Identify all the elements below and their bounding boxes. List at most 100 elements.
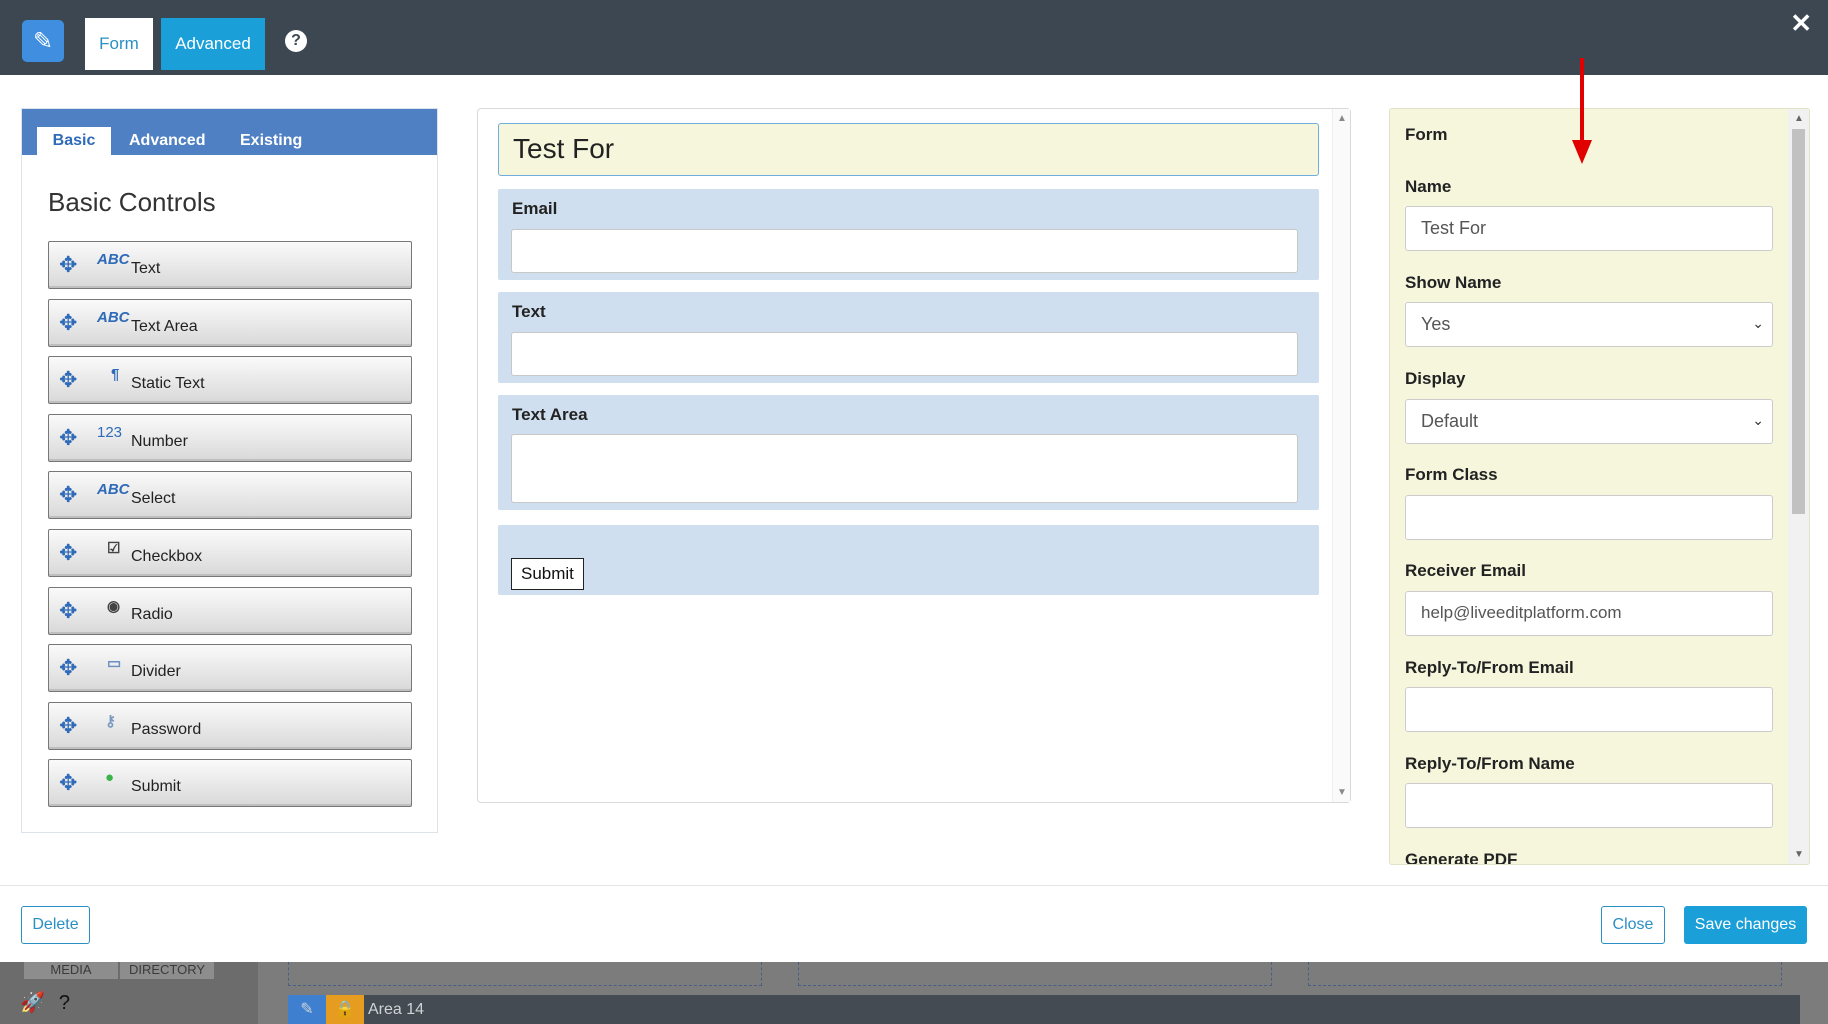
background-tab-media[interactable]: MEDIA	[24, 960, 118, 979]
save-changes-button[interactable]: Save changes	[1684, 906, 1807, 944]
control-label: Text	[131, 260, 161, 277]
close-icon[interactable]: ✕	[1790, 8, 1812, 39]
scroll-down-icon[interactable]: ▼	[1794, 849, 1804, 860]
control-select[interactable]: ✥ ABC Select	[48, 471, 412, 520]
name-label: Name	[1405, 177, 1452, 196]
form-class-input[interactable]	[1405, 495, 1773, 540]
background-drop-zone	[798, 962, 1272, 986]
controls-list: ✥ ABC Text ✥ ABC Text Area ✥ ¶ Static Text ✥ 12…	[48, 241, 412, 817]
lock-icon[interactable]: 🔒	[326, 995, 364, 1024]
tab-form[interactable]: Form	[85, 18, 153, 70]
control-label: Select	[131, 490, 176, 508]
control-checkbox[interactable]: ✥ ☑ Checkbox	[48, 528, 412, 577]
display-label: Display	[1405, 369, 1466, 388]
reply-to-name-input[interactable]	[1405, 783, 1773, 828]
background-area-bar: ✎ 🔒 Area 14	[288, 995, 1800, 1024]
move-icon[interactable]: ✥	[59, 540, 77, 566]
control-label: Text Area	[131, 317, 198, 335]
abc-icon: ABC	[97, 481, 130, 499]
form-editor-icon: ✎	[22, 20, 64, 62]
control-label: Submit	[131, 778, 181, 796]
tab-basic[interactable]: Basic	[37, 127, 111, 155]
properties-scrollbar[interactable]: ▲ ▼	[1788, 109, 1809, 864]
chevron-down-icon: ⌄	[1752, 315, 1764, 331]
control-divider[interactable]: ✥ ▭ Divider	[48, 644, 412, 693]
display-select[interactable]: Default ⌄	[1405, 399, 1773, 444]
reply-to-name-label: Reply-To/From Name	[1405, 754, 1575, 773]
form-class-label: Form Class	[1405, 465, 1498, 484]
help-circle-icon[interactable]: ?	[59, 992, 70, 1014]
background-drop-zone	[1308, 962, 1782, 986]
control-label: Number	[131, 432, 188, 450]
number-icon: 123	[97, 423, 123, 441]
control-number[interactable]: ✥ 123 Number	[48, 413, 412, 462]
text-input[interactable]	[511, 332, 1298, 376]
divider-icon: ▭	[107, 655, 122, 673]
form-field-text-area[interactable]: Text Area	[498, 395, 1319, 510]
key-icon: ⚷	[105, 712, 116, 730]
move-icon[interactable]: ✥	[59, 425, 77, 451]
pilcrow-icon: ¶	[111, 366, 120, 384]
receiver-email-input[interactable]: help@liveeditplatform.com	[1405, 591, 1773, 636]
tab-advanced-controls[interactable]: Advanced	[129, 127, 205, 155]
control-label: Static Text	[131, 375, 205, 393]
field-label: Email	[512, 199, 558, 218]
form-properties-panel: Form Name Test For Show Name Yes ⌄ Displ…	[1389, 108, 1810, 865]
background-tab-directory[interactable]: DIRECTORY	[120, 960, 214, 979]
tab-existing[interactable]: Existing	[240, 127, 302, 155]
reply-to-email-input[interactable]	[1405, 687, 1773, 732]
name-input[interactable]: Test For	[1405, 206, 1773, 251]
background-icons: 🚀?	[20, 990, 84, 1015]
move-icon[interactable]: ✥	[59, 770, 77, 796]
controls-panel: Basic Advanced Existing Basic Controls ✥…	[21, 108, 438, 833]
text-area-input[interactable]	[511, 434, 1298, 503]
move-icon[interactable]: ✥	[59, 598, 77, 624]
generate-pdf-label: Generate PDF	[1405, 850, 1518, 865]
show-name-value: Yes	[1421, 314, 1451, 334]
control-submit[interactable]: ✥ ● Submit	[48, 759, 412, 808]
move-icon[interactable]: ✥	[59, 367, 77, 393]
background-drop-zone	[288, 962, 762, 986]
move-icon[interactable]: ✥	[59, 310, 77, 336]
close-button[interactable]: Close	[1601, 906, 1665, 944]
tab-advanced[interactable]: Advanced	[161, 18, 265, 70]
control-radio[interactable]: ✥ ◉ Radio	[48, 586, 412, 635]
annotation-arrow-icon	[1572, 58, 1592, 164]
checkbox-icon: ☑	[107, 539, 121, 557]
show-name-select[interactable]: Yes ⌄	[1405, 302, 1773, 347]
scroll-up-icon[interactable]: ▲	[1337, 113, 1347, 124]
control-label: Divider	[131, 663, 181, 681]
form-field-submit[interactable]: Submit	[498, 525, 1319, 595]
form-field-text[interactable]: Text	[498, 292, 1319, 383]
move-icon[interactable]: ✥	[59, 655, 77, 681]
delete-button[interactable]: Delete	[21, 906, 90, 944]
scroll-thumb[interactable]	[1792, 129, 1805, 514]
preview-scrollbar[interactable]: ▲ ▼	[1332, 109, 1350, 802]
email-input[interactable]	[511, 229, 1298, 273]
chevron-down-icon: ⌄	[1752, 412, 1764, 428]
abc-icon: ABC	[97, 251, 130, 268]
rocket-icon[interactable]: 🚀	[20, 992, 45, 1014]
control-static-text[interactable]: ✥ ¶ Static Text	[48, 356, 412, 405]
move-icon[interactable]: ✥	[59, 252, 77, 278]
form-field-email[interactable]: Email	[498, 189, 1319, 280]
scroll-down-icon[interactable]: ▼	[1337, 787, 1347, 798]
abc-icon: ABC	[97, 308, 130, 326]
control-label: Password	[131, 720, 202, 738]
properties-section-title: Form	[1405, 125, 1448, 144]
move-icon[interactable]: ✥	[59, 482, 77, 508]
field-label: Text Area	[512, 405, 588, 424]
control-text[interactable]: ✥ ABC Text	[48, 241, 412, 289]
move-icon[interactable]: ✥	[59, 713, 77, 739]
submit-button[interactable]: Submit	[511, 558, 584, 590]
area-label: Area 14	[368, 1001, 425, 1018]
scroll-up-icon[interactable]: ▲	[1794, 113, 1804, 124]
green-circle-icon: ●	[105, 769, 115, 787]
control-password[interactable]: ✥ ⚷ Password	[48, 701, 412, 750]
control-text-area[interactable]: ✥ ABC Text Area	[48, 298, 412, 347]
control-label: Checkbox	[131, 547, 203, 565]
help-icon[interactable]: ?	[285, 30, 307, 52]
form-title[interactable]: Test For	[498, 123, 1319, 176]
controls-title: Basic Controls	[48, 187, 216, 217]
edit-icon[interactable]: ✎	[288, 995, 326, 1024]
